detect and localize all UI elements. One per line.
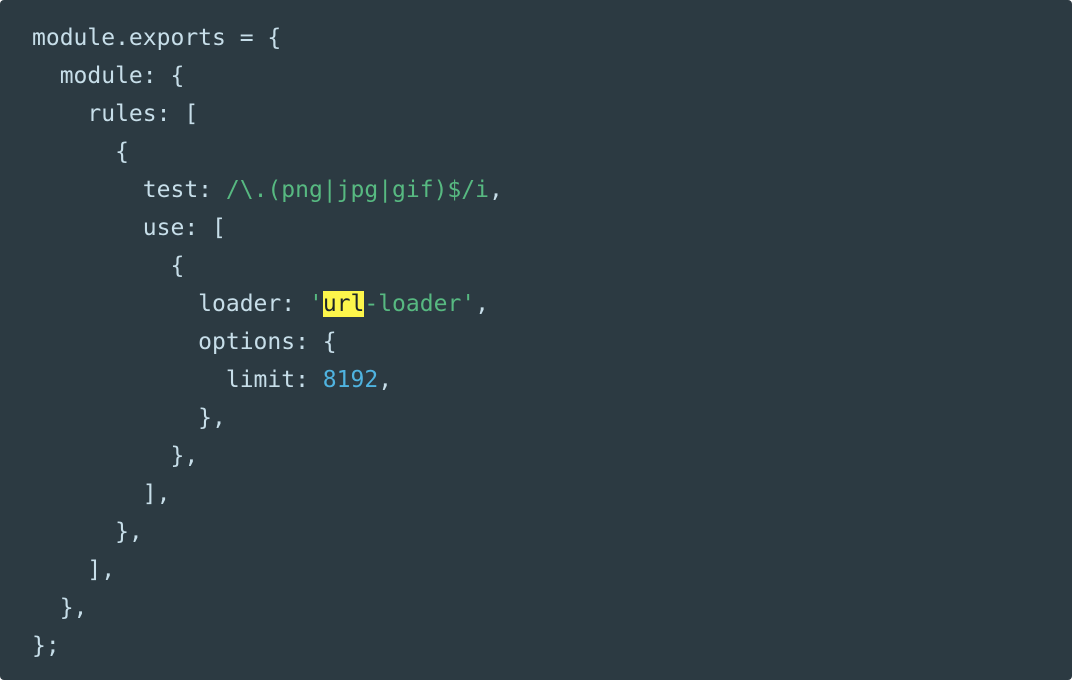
code-line-8: loader: 'url-loader', <box>32 285 503 323</box>
string-quote-open: ' <box>308 291 323 317</box>
code-text: ], <box>32 481 171 507</box>
code-text: }, <box>32 443 199 469</box>
code-key: test: <box>32 177 226 203</box>
number-literal: 8192 <box>322 367 379 393</box>
code-line-13: ], <box>32 475 503 513</box>
code-block: module.exports = { module: { rules: [ { … <box>32 19 503 665</box>
code-text: }, <box>32 405 226 431</box>
code-text: }, <box>32 519 143 545</box>
code-line-15: ], <box>32 551 503 589</box>
code-line-17: }; <box>32 627 503 665</box>
search-highlight: url <box>322 291 365 317</box>
code-line-14: }, <box>32 513 503 551</box>
code-punctuation: , <box>475 291 489 317</box>
code-line-9: options: { <box>32 323 503 361</box>
code-line-3: rules: [ <box>32 95 503 133</box>
code-text: options: { <box>32 329 337 355</box>
code-text: module: { <box>32 63 185 89</box>
code-text: { <box>32 253 185 279</box>
code-line-6: use: [ <box>32 209 503 247</box>
code-line-1: module.exports = { <box>32 19 503 57</box>
code-line-10: limit: 8192, <box>32 361 503 399</box>
string-literal-rest: -loader' <box>364 291 476 317</box>
code-line-7: { <box>32 247 503 285</box>
code-line-2: module: { <box>32 57 503 95</box>
regex-literal: /\.(png|jpg|gif)$/i <box>225 177 489 203</box>
code-text: { <box>32 139 129 165</box>
code-text: ], <box>32 557 116 583</box>
code-text: module.exports = { <box>32 25 282 51</box>
code-line-16: }, <box>32 589 503 627</box>
code-line-5: test: /\.(png|jpg|gif)$/i, <box>32 171 503 209</box>
code-line-12: }, <box>32 437 503 475</box>
code-panel: module.exports = { module: { rules: [ { … <box>0 0 1072 680</box>
code-key: limit: <box>32 367 323 393</box>
code-text: rules: [ <box>32 101 199 127</box>
code-line-11: }, <box>32 399 503 437</box>
code-key: loader: <box>32 291 309 317</box>
code-punctuation: , <box>488 177 503 203</box>
code-line-4: { <box>32 133 503 171</box>
code-punctuation: , <box>378 367 393 393</box>
code-text: }; <box>32 633 60 659</box>
code-text: }, <box>32 595 88 621</box>
code-text: use: [ <box>32 215 226 241</box>
